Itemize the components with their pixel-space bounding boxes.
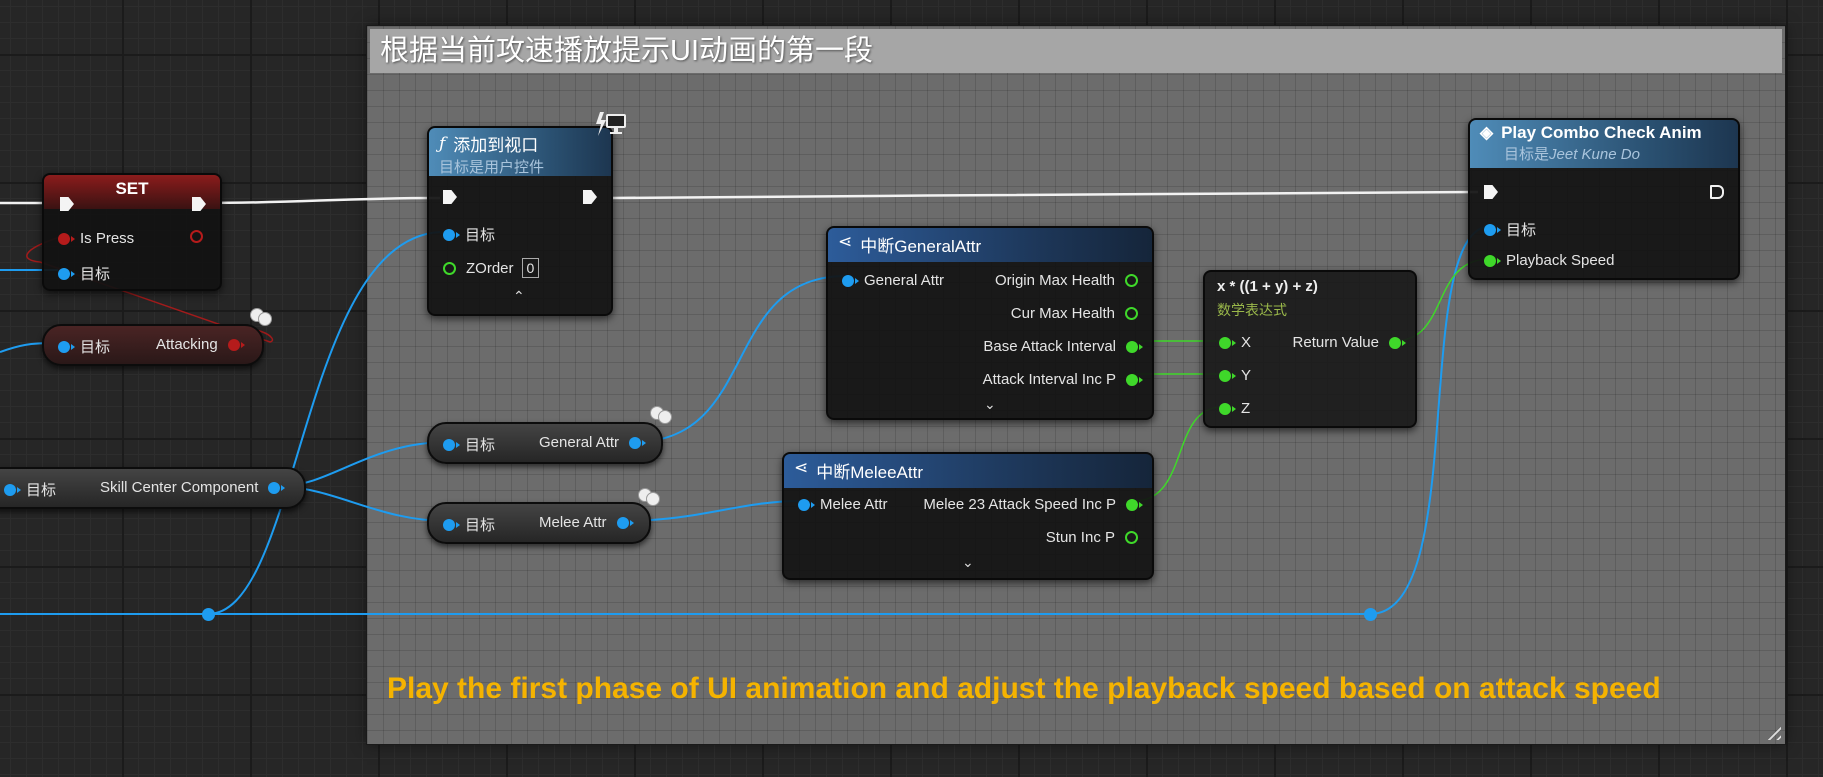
is-press-out-pin[interactable] — [190, 230, 203, 243]
math-expression-node[interactable]: x * ((1 + y) + z) 数学表达式 X Y Z Return Val… — [1203, 270, 1417, 428]
break-melee-title: 中断MeleeAttr — [816, 463, 923, 482]
zorder-pin[interactable] — [443, 261, 456, 275]
play-combo-title: Play Combo Check Anim — [1501, 123, 1702, 142]
break-general-header: ⋖ 中断GeneralAttr — [828, 228, 1152, 262]
melee-attack-speed-pin[interactable] — [1126, 498, 1143, 511]
attacking-target-pin[interactable] — [58, 340, 75, 353]
melee-out-pin[interactable] — [616, 516, 634, 529]
play-combo-header: ◈ Play Combo Check Anim 目标是Jeet Kune Do — [1470, 120, 1738, 168]
math-y-pin[interactable] — [1219, 369, 1236, 382]
skill-center-getter-node[interactable]: 目标 Skill Center Component — [0, 467, 306, 509]
general-target-pin[interactable] — [443, 438, 460, 451]
zorder-label: ZOrder — [466, 259, 514, 277]
set-target-pin[interactable] — [58, 267, 75, 280]
stun-inc-pin[interactable] — [1125, 531, 1138, 544]
skill-center-value-label: Skill Center Component — [100, 479, 259, 496]
function-icon: ƒ — [439, 133, 446, 154]
network-monitor-icon — [592, 110, 628, 144]
exec-in-pin[interactable] — [1484, 185, 1498, 199]
attacking-target-label: 目标 — [80, 339, 111, 356]
math-x-pin[interactable] — [1219, 336, 1236, 349]
set-target-label: 目标 — [80, 266, 111, 283]
cur-max-health-label: Cur Max Health — [1010, 305, 1115, 322]
general-attr-getter-node[interactable]: 目标 General Attr — [427, 422, 663, 464]
break-general-input-label: General Attr — [864, 272, 945, 289]
add-to-viewport-header: ƒ 添加到视口 目标是用户控件 — [429, 128, 611, 176]
base-attack-interval-label: Base Attack Interval — [983, 338, 1116, 355]
break-general-attr-node[interactable]: ⋖ 中断GeneralAttr General Attr Origin Max … — [826, 226, 1154, 420]
break-struct-icon: ⋖ — [794, 458, 809, 477]
exec-out-pin[interactable] — [192, 197, 206, 211]
expand-chevron-icon[interactable]: ⌃ — [513, 288, 525, 305]
math-z-pin[interactable] — [1219, 402, 1236, 415]
playback-speed-pin[interactable] — [1484, 254, 1501, 267]
melee-attack-speed-label: Melee 23 Attack Speed Inc P — [923, 496, 1116, 513]
math-return-label: Return Value — [1292, 334, 1379, 351]
latent-clock-icon — [250, 306, 274, 326]
viewport-target-pin[interactable] — [443, 228, 460, 241]
skill-center-target-pin[interactable] — [4, 483, 21, 496]
math-z-label: Z — [1241, 400, 1251, 417]
skill-center-target-label: 目标 — [26, 482, 57, 499]
play-combo-target-pin[interactable] — [1484, 223, 1501, 236]
add-to-viewport-subtitle: 目标是用户控件 — [439, 159, 545, 176]
math-y-label: Y — [1241, 367, 1252, 384]
play-combo-target-label: 目标 — [1506, 222, 1537, 239]
origin-max-health-pin[interactable] — [1125, 274, 1138, 287]
general-target-label: 目标 — [465, 437, 496, 454]
origin-max-health-label: Origin Max Health — [994, 272, 1115, 289]
break-melee-attr-node[interactable]: ⋖ 中断MeleeAttr Melee Attr Melee 23 Attack… — [782, 452, 1154, 580]
break-struct-icon: ⋖ — [838, 232, 853, 251]
expand-chevron-icon[interactable]: ⌄ — [962, 554, 974, 571]
attacking-out-pin[interactable] — [227, 338, 245, 351]
melee-target-pin[interactable] — [443, 518, 460, 531]
skill-center-out-pin[interactable] — [268, 481, 286, 494]
latent-clock-icon — [638, 486, 662, 506]
attacking-value-label: Attacking — [156, 336, 218, 353]
set-node[interactable]: SET Is Press 目标 — [42, 173, 222, 291]
math-title: x * ((1 + y) + z) — [1217, 278, 1318, 295]
math-x-label: X — [1241, 334, 1252, 351]
general-out-pin[interactable] — [629, 436, 647, 449]
break-melee-input-pin[interactable] — [798, 498, 815, 511]
is-press-pin[interactable] — [58, 232, 75, 245]
exec-out-pin[interactable] — [583, 190, 597, 204]
math-subtitle: 数学表达式 — [1217, 302, 1287, 318]
expand-chevron-icon[interactable]: ⌄ — [984, 396, 996, 413]
latent-clock-icon — [650, 404, 674, 424]
reroute-knot[interactable] — [202, 608, 215, 621]
reroute-knot[interactable] — [1364, 608, 1377, 621]
exec-out-pin[interactable] — [1710, 185, 1724, 199]
event-diamond-icon: ◈ — [1480, 123, 1494, 142]
play-combo-check-anim-node[interactable]: ◈ Play Combo Check Anim 目标是Jeet Kune Do … — [1468, 118, 1740, 280]
attack-interval-inc-label: Attack Interval Inc P — [982, 371, 1116, 388]
attack-interval-inc-pin[interactable] — [1126, 373, 1143, 386]
attacking-getter-node[interactable]: 目标 Attacking — [42, 324, 264, 366]
zorder-value-input[interactable]: 0 — [521, 258, 540, 278]
exec-in-pin[interactable] — [443, 190, 457, 204]
melee-attr-getter-node[interactable]: 目标 Melee Attr — [427, 502, 651, 544]
playback-speed-label: Playback Speed — [1506, 252, 1615, 269]
general-value-label: General Attr — [539, 434, 620, 451]
break-melee-header: ⋖ 中断MeleeAttr — [784, 454, 1152, 488]
viewport-target-label: 目标 — [465, 227, 496, 244]
break-general-input-pin[interactable] — [842, 274, 859, 287]
cur-max-health-pin[interactable] — [1125, 307, 1138, 320]
break-melee-input-label: Melee Attr — [820, 496, 888, 513]
stun-inc-label: Stun Inc P — [1045, 529, 1115, 546]
is-press-label: Is Press — [80, 230, 135, 247]
play-combo-subtitle-target: Jeet Kune Do — [1549, 146, 1640, 163]
melee-target-label: 目标 — [465, 517, 496, 534]
add-to-viewport-node[interactable]: ƒ 添加到视口 目标是用户控件 目标 ZOrder 0 ⌃ — [427, 126, 613, 316]
melee-value-label: Melee Attr — [539, 514, 607, 531]
break-general-title: 中断GeneralAttr — [860, 237, 982, 256]
add-to-viewport-title: 添加到视口 — [453, 136, 539, 155]
math-return-pin[interactable] — [1389, 336, 1406, 349]
exec-in-pin[interactable] — [60, 197, 74, 211]
play-combo-subtitle-prefix: 目标是 — [1504, 146, 1550, 163]
base-attack-interval-pin[interactable] — [1126, 340, 1143, 353]
